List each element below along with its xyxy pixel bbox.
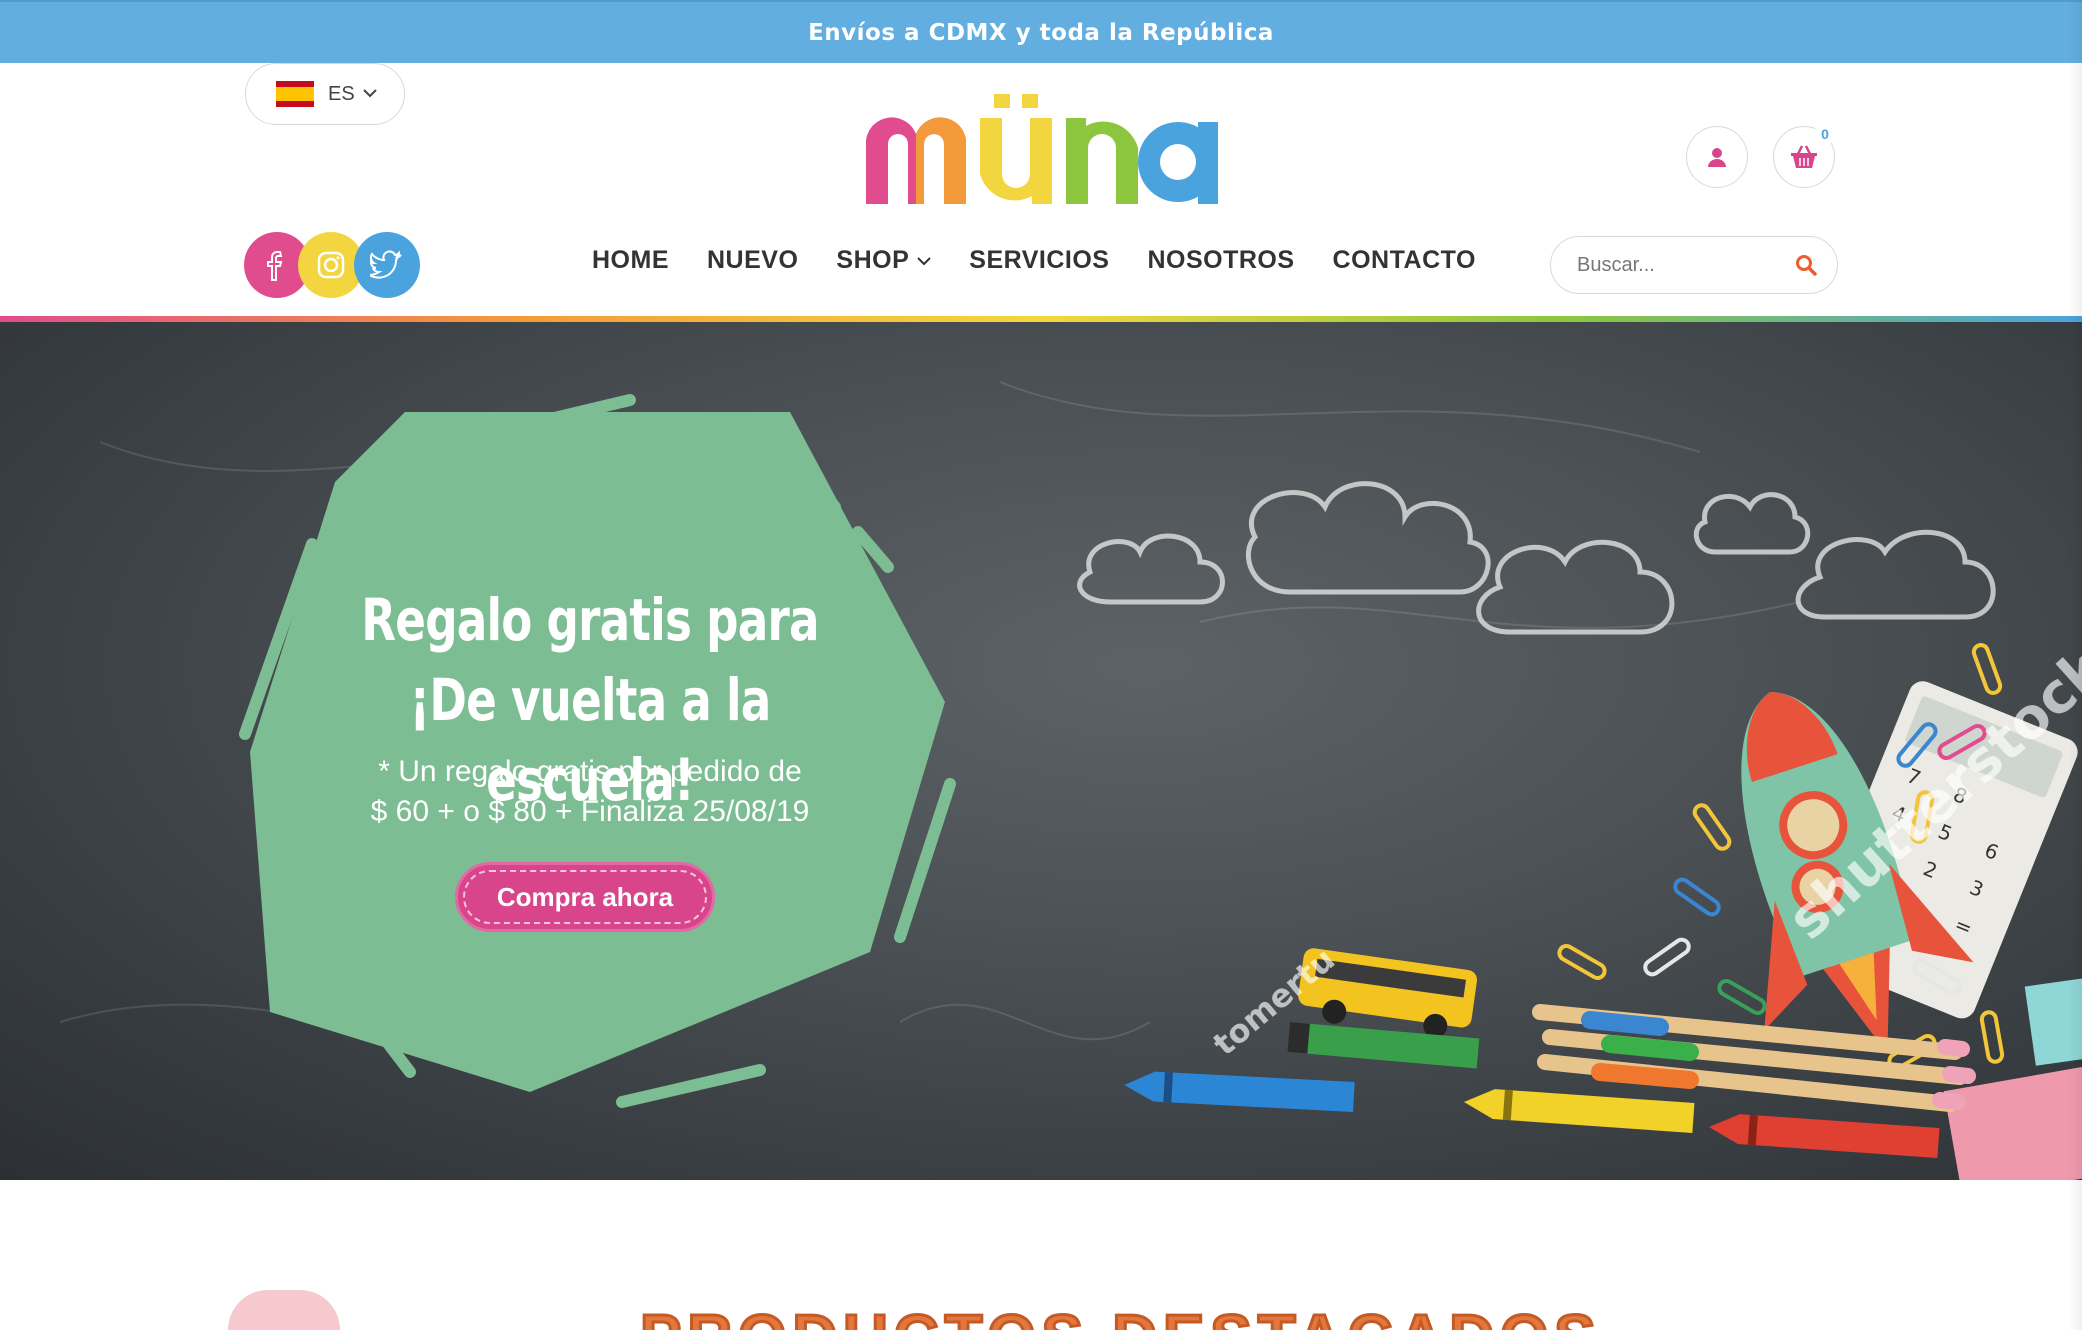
user-icon: [1708, 148, 1726, 167]
shop-now-button[interactable]: Compra ahora: [455, 862, 715, 932]
nav-shop-label: SHOP: [836, 246, 910, 274]
twitter-icon: [370, 250, 402, 279]
nav-servicios[interactable]: SERVICIOS: [969, 246, 1109, 275]
nav-shop[interactable]: SHOP: [836, 246, 931, 275]
search-input[interactable]: [1577, 253, 1777, 277]
featured-title: PRODUCTOS DESTACADOS: [639, 1302, 1602, 1330]
nav-nuevo[interactable]: NUEVO: [707, 246, 798, 275]
muna-logo[interactable]: [862, 82, 1218, 212]
chevron-down-icon: [362, 86, 377, 102]
account-button[interactable]: [1686, 126, 1748, 188]
spain-flag-icon: [276, 81, 314, 107]
nav-contacto[interactable]: CONTACTO: [1333, 246, 1476, 275]
basket-icon: [1791, 145, 1817, 168]
nav-home[interactable]: HOME: [592, 246, 669, 275]
nav-nosotros[interactable]: NOSOTROS: [1147, 246, 1294, 275]
main-nav: HOME NUEVO SHOP SERVICIOS NOSOTROS CONTA…: [592, 246, 1476, 275]
decorative-shape: [228, 1290, 340, 1330]
hero-banner: 7 8 4 5 6 1 2 3 0 = .: [0, 322, 2082, 1180]
window-edge-shadow: [2068, 0, 2082, 1330]
hero-illustration: 7 8 4 5 6 1 2 3 0 = .: [59, 381, 2082, 1180]
featured-section: PRODUCTOS DESTACADOS: [0, 1180, 2082, 1330]
promo-subtitle-line2: $ 60 + o $ 80 + Finaliza 25/08/19: [370, 795, 810, 828]
search-icon[interactable]: [1795, 254, 1817, 276]
shop-now-label: Compra ahora: [496, 881, 674, 912]
promo-subtitle-line1: * Un regalo gratis por pedido de: [378, 755, 802, 788]
announcement-text: Envíos a CDMX y toda la República: [808, 19, 1274, 46]
promo-title-line1: Regalo gratis para: [361, 586, 819, 654]
promo-subtitle: * Un regalo gratis por pedido de $ 60 + …: [300, 752, 880, 832]
search-box: [1550, 236, 1838, 294]
announcement-bar: Envíos a CDMX y toda la República: [0, 0, 2082, 63]
cart-button[interactable]: 0: [1773, 123, 1836, 188]
language-code: ES: [328, 82, 355, 105]
cart-count-badge: 0: [1814, 123, 1836, 145]
language-selector[interactable]: ES: [245, 63, 405, 125]
chevron-down-icon: [917, 256, 931, 265]
facebook-icon: [267, 251, 283, 281]
instagram-icon: [317, 251, 345, 279]
twitter-link[interactable]: [354, 232, 420, 298]
